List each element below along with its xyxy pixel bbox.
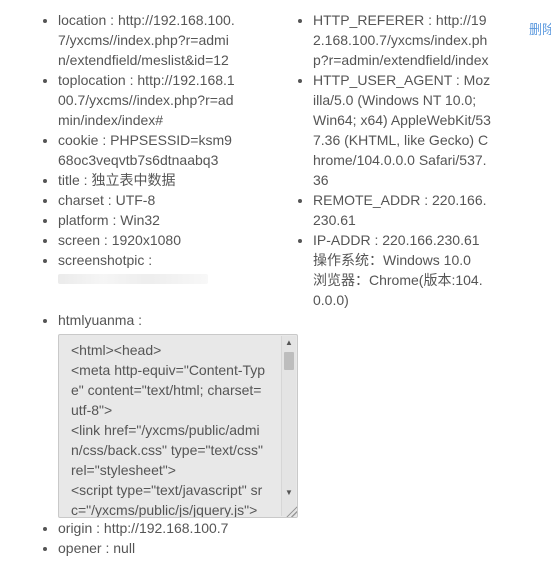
list-item-origin: origin : http://192.168.100.7 — [58, 518, 244, 538]
location-value-2: 7/yxcms//index.php?r=admi — [58, 32, 229, 48]
list-item-htmlyuanma: htmlyuanma : <html><head> <meta http-equ… — [58, 310, 298, 518]
list-item-charset: charset : UTF-8 — [58, 190, 244, 210]
remote-addr-label: REMOTE_ADDR : — [313, 192, 429, 208]
right-column: HTTP_REFERER : http://19 2.168.100.7/yxc… — [291, 0, 498, 310]
charset-label: charset : — [58, 192, 112, 208]
textarea-scrollbar[interactable]: ▲ ▼ — [281, 336, 296, 516]
location-value-3: n/extendfield/meslist&id=12 — [58, 52, 229, 68]
location-value-1: http://192.168.100. — [117, 12, 235, 28]
charset-value: UTF-8 — [115, 192, 156, 208]
scroll-down-arrow-icon[interactable]: ▼ — [282, 486, 296, 500]
list-item-ip-addr: IP-ADDR : 220.166.230.61 操作系统：Windows 10… — [313, 230, 498, 310]
list-item-opener: opener : null — [58, 538, 244, 558]
screenshot-image — [58, 274, 208, 284]
list-item-location: location : http://192.168.100. 7/yxcms//… — [58, 10, 244, 70]
source-line: e" content="text/html; charset= — [71, 382, 262, 398]
http-user-agent-value-2: illa/5.0 (Windows NT 10.0; — [313, 92, 477, 108]
title-label: title : — [58, 172, 88, 188]
list-item-http-referer: HTTP_REFERER : http://19 2.168.100.7/yxc… — [313, 10, 498, 70]
right-info-list: HTTP_REFERER : http://19 2.168.100.7/yxc… — [291, 0, 498, 310]
source-line: n/css/back.css" type="text/css" — [71, 442, 263, 458]
left-column: location : http://192.168.100. 7/yxcms//… — [36, 0, 298, 558]
http-user-agent-value-4: 7.36 (KHTML, like Gecko) C — [313, 132, 489, 148]
delete-link[interactable]: 删除 — [529, 19, 551, 38]
toplocation-value-2: 00.7/yxcms//index.php?r=ad — [58, 92, 234, 108]
toplocation-value-3: min/index/index# — [58, 112, 164, 128]
list-item-http-user-agent: HTTP_USER_AGENT : Moz illa/5.0 (Windows … — [313, 70, 498, 190]
http-referer-label: HTTP_REFERER : — [313, 12, 433, 28]
list-item-cookie: cookie : PHPSESSID=ksm9 68oc3veqvtb7s6dt… — [58, 130, 244, 170]
screen-value: 1920x1080 — [111, 232, 181, 248]
htmlyuanma-label: htmlyuanma : — [58, 312, 143, 328]
title-value: 独立表中数据 — [91, 172, 176, 188]
http-user-agent-value-5: hrome/104.0.0.0 Safari/537. — [313, 152, 487, 168]
browser-info-1: 浏览器：Chrome(版本:104. — [313, 272, 483, 288]
source-line: utf-8"> — [71, 402, 113, 418]
opener-label: opener : — [58, 540, 110, 556]
remote-addr-value-1: 220.166. — [432, 192, 487, 208]
html-source-text: <html><head> <meta http-equiv="Content-T… — [59, 335, 281, 517]
http-referer-value-2: 2.168.100.7/yxcms/index.ph — [313, 32, 488, 48]
origin-label: origin : — [58, 520, 101, 536]
toplocation-label: toplocation : — [58, 72, 134, 88]
left-info-list: location : http://192.168.100. 7/yxcms//… — [36, 0, 298, 558]
ip-addr-label: IP-ADDR : — [313, 232, 379, 248]
list-item-title: title : 独立表中数据 — [58, 170, 244, 190]
ip-addr-value: 220.166.230.61 — [382, 232, 480, 248]
scroll-up-arrow-icon[interactable]: ▲ — [282, 336, 296, 350]
list-item-toplocation: toplocation : http://192.168.1 00.7/yxcm… — [58, 70, 244, 130]
html-source-textarea[interactable]: <html><head> <meta http-equiv="Content-T… — [58, 334, 298, 518]
toplocation-value-1: http://192.168.1 — [137, 72, 235, 88]
source-line: <link href="/yxcms/public/admi — [71, 422, 260, 438]
platform-label: platform : — [58, 212, 117, 228]
source-line: c="/yxcms/public/js/jquery.js"> — [71, 502, 258, 517]
os-info: 操作系统：Windows 10.0 — [313, 252, 471, 268]
resize-grip-icon[interactable] — [285, 505, 297, 517]
location-label: location : — [58, 12, 115, 28]
origin-value: http://192.168.100.7 — [103, 520, 229, 536]
list-item-screenshotpic: screenshotpic : — [58, 250, 244, 310]
list-item-remote-addr: REMOTE_ADDR : 220.166. 230.61 — [313, 190, 498, 230]
scroll-thumb[interactable] — [284, 352, 294, 370]
cookie-value-1: PHPSESSID=ksm9 — [110, 132, 232, 148]
list-item-screen: screen : 1920x1080 — [58, 230, 244, 250]
screen-label: screen : — [58, 232, 108, 248]
platform-value: Win32 — [120, 212, 160, 228]
list-item-platform: platform : Win32 — [58, 210, 244, 230]
remote-addr-value-2: 230.61 — [313, 212, 356, 228]
http-referer-value-1: http://19 — [435, 12, 487, 28]
browser-info-2: 0.0.0) — [313, 292, 349, 308]
source-line: rel="stylesheet"> — [71, 462, 176, 478]
cookie-value-2: 68oc3veqvtb7s6dtnaabq3 — [58, 152, 219, 168]
http-user-agent-label: HTTP_USER_AGENT : — [313, 72, 460, 88]
source-line: <script type="text/javascript" sr — [71, 482, 263, 498]
http-referer-value-3: p?r=admin/extendfield/index — [313, 52, 489, 68]
http-user-agent-value-6: 36 — [313, 172, 329, 188]
http-user-agent-value-3: Win64; x64) AppleWebKit/53 — [313, 112, 491, 128]
opener-value: null — [113, 540, 136, 556]
source-line: <html><head> — [71, 342, 162, 358]
cookie-label: cookie : — [58, 132, 107, 148]
screenshotpic-label: screenshotpic : — [58, 252, 153, 268]
source-line: <meta http-equiv="Content-Typ — [71, 362, 266, 378]
http-user-agent-value-1: Moz — [463, 72, 491, 88]
